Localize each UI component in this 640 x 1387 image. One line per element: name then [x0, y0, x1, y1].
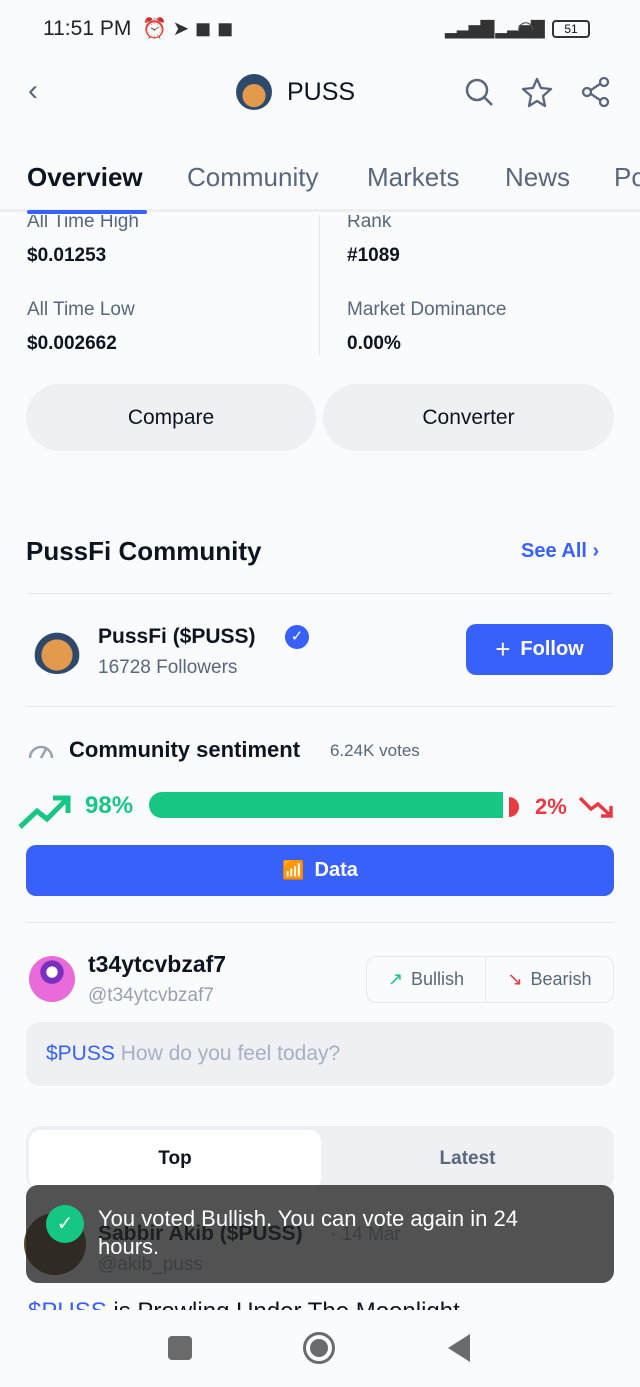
- bullish-percent: 98%: [85, 792, 134, 819]
- back-nav-icon[interactable]: [448, 1334, 470, 1362]
- converter-button[interactable]: Converter: [323, 384, 614, 451]
- recents-icon[interactable]: [168, 1336, 192, 1360]
- bearish-percent: 2%: [535, 794, 567, 819]
- rank-label: Rank: [347, 215, 392, 232]
- sentiment-title: Community sentiment: [69, 737, 301, 762]
- bullish-button[interactable]: ↗ Bullish: [367, 957, 486, 1002]
- follow-button[interactable]: + Follow: [466, 624, 613, 675]
- data-button[interactable]: 📶 Data: [26, 845, 614, 896]
- trend-down-icon: ↘: [507, 969, 523, 989]
- dominance-value: 0.00%: [347, 333, 401, 354]
- community-avatar: [32, 624, 82, 674]
- gauge-icon: [28, 745, 54, 759]
- post-handle: @akib_puss: [98, 1254, 203, 1275]
- wifi-icon: ◠: [517, 18, 535, 40]
- votes-count: 6.24K votes: [330, 741, 420, 760]
- rank-value: #1089: [347, 245, 400, 266]
- divider: [26, 593, 614, 594]
- coin-logo: [236, 74, 272, 110]
- community-name[interactable]: PussFi ($PUSS): [98, 625, 256, 649]
- home-icon[interactable]: [303, 1332, 335, 1364]
- search-icon[interactable]: [464, 77, 494, 107]
- see-all-link[interactable]: See All ›: [521, 540, 599, 563]
- active-tab-indicator: [27, 210, 147, 214]
- chart-icon: 📶: [282, 860, 305, 880]
- post-input[interactable]: $PUSS How do you feel today?: [26, 1022, 614, 1086]
- plus-icon: +: [495, 634, 511, 664]
- bullish-label: Bullish: [411, 969, 465, 989]
- stats-grid: All Time High $0.01253 All Time Low $0.0…: [0, 215, 640, 365]
- compare-button[interactable]: Compare: [26, 384, 316, 451]
- post-author[interactable]: Sabbir Akib ($PUSS): [98, 1222, 303, 1246]
- divider: [319, 215, 320, 355]
- ath-label: All Time High: [27, 215, 139, 232]
- divider: [26, 922, 614, 923]
- ath-value: $0.01253: [27, 245, 107, 266]
- see-all-label: See All: [521, 540, 587, 562]
- follow-label: Follow: [520, 638, 584, 660]
- bearish-button[interactable]: ↘ Bearish: [486, 957, 613, 1002]
- tab-portfolio[interactable]: Po: [614, 162, 640, 193]
- battery-icon: 51: [552, 20, 590, 38]
- input-placeholder: How do you feel today?: [120, 1042, 341, 1065]
- status-bar: 11:51 PM ⏰ ➤ ◼ ◼ ▂▃▅▇ ▂▃▅▇ ◠ 51: [0, 0, 640, 60]
- trend-up-icon: [18, 795, 71, 829]
- user-avatar: [29, 956, 75, 1002]
- atl-value: $0.002662: [27, 333, 117, 354]
- username: t34ytcvbzaf7: [88, 951, 227, 977]
- tab-latest[interactable]: Latest: [321, 1130, 614, 1190]
- ticker-tag: $PUSS: [46, 1042, 115, 1065]
- dominance-label: Market Dominance: [347, 299, 507, 320]
- bearish-bar: [509, 797, 519, 817]
- community-title: PussFi Community: [26, 536, 262, 566]
- page-title: PUSS: [287, 78, 356, 106]
- feed-tabs: Top Latest: [26, 1126, 614, 1190]
- followers-count: 16728 Followers: [98, 657, 238, 678]
- data-label: Data: [314, 859, 358, 881]
- verified-icon: ✓: [285, 625, 309, 649]
- bullish-bar: [149, 792, 503, 818]
- tab-top[interactable]: Top: [29, 1130, 321, 1190]
- tab-bar: Overview Community Markets News Po: [0, 150, 640, 212]
- status-time: 11:51 PM: [43, 17, 132, 40]
- trend-up-icon: ↗: [387, 969, 404, 989]
- system-nav-bar: [0, 1310, 640, 1387]
- divider: [26, 706, 614, 707]
- share-icon[interactable]: [580, 76, 612, 108]
- tab-news[interactable]: News: [505, 162, 570, 193]
- star-icon[interactable]: [521, 76, 553, 108]
- atl-label: All Time Low: [27, 299, 135, 320]
- tab-markets[interactable]: Markets: [367, 162, 459, 193]
- trend-down-icon: [578, 796, 613, 818]
- vote-toggle: ↗ Bullish ↘ Bearish: [366, 956, 614, 1003]
- post-date: · 14 Mar: [330, 1224, 401, 1245]
- bearish-label: Bearish: [530, 969, 592, 989]
- notification-icons: ⏰ ➤ ◼ ◼: [142, 18, 234, 40]
- tab-overview[interactable]: Overview: [27, 162, 143, 193]
- sentiment-bar: [149, 792, 526, 818]
- user-handle: @t34ytcvbzaf7: [88, 985, 214, 1006]
- post-author-avatar: [24, 1213, 86, 1275]
- back-icon[interactable]: ‹: [28, 74, 38, 108]
- tab-community[interactable]: Community: [187, 162, 318, 193]
